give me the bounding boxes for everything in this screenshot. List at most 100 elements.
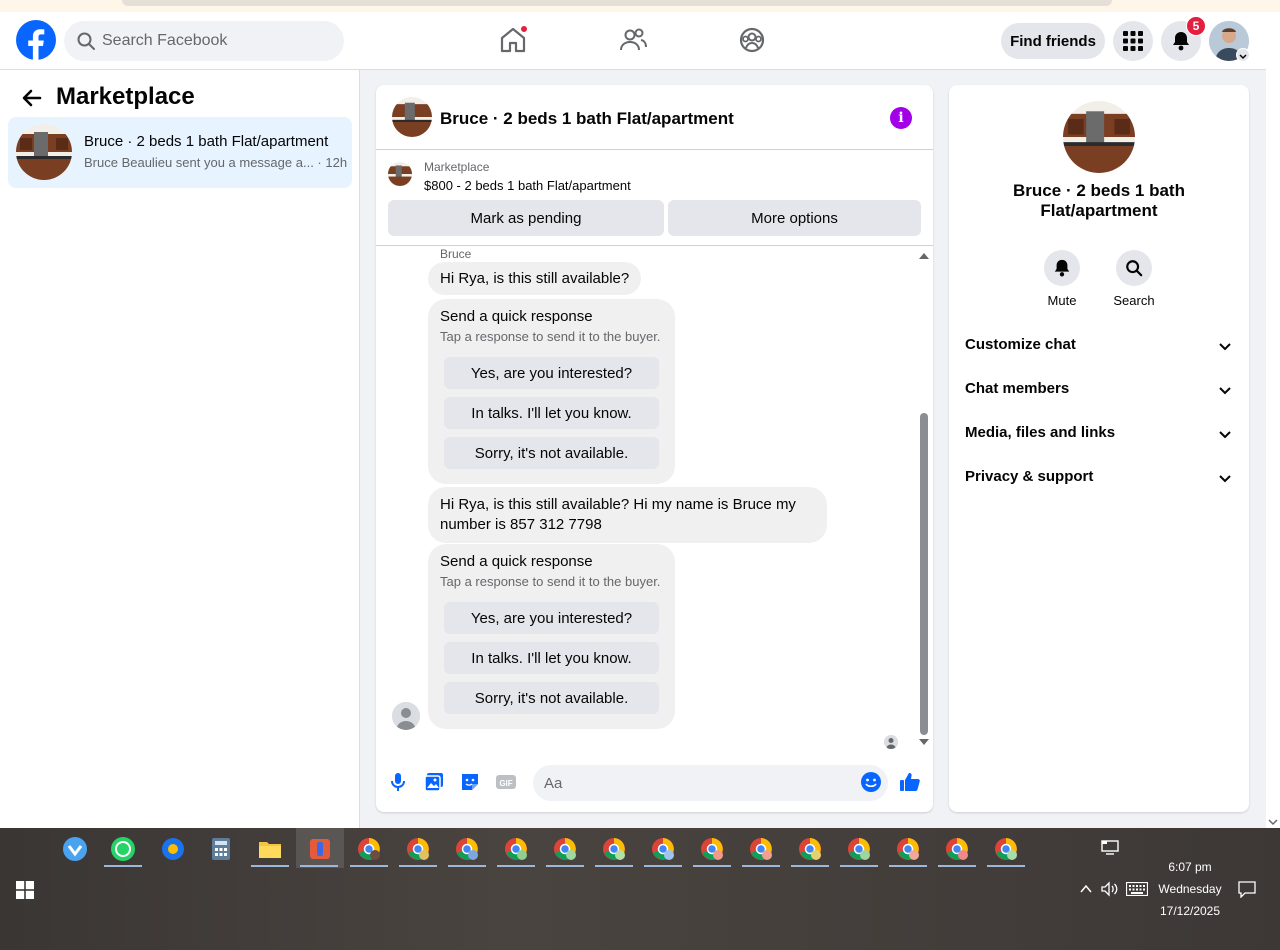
listing-price[interactable]: $800 - 2 beds 1 bath Flat/apartment <box>424 178 631 193</box>
chat-members-section[interactable]: Chat members <box>949 368 1249 412</box>
find-friends-button[interactable]: Find friends <box>1001 23 1105 59</box>
quick-response-card: Send a quick response Tap a response to … <box>428 299 675 484</box>
quick-response-not-available-button[interactable]: Sorry, it's not available. <box>444 682 659 714</box>
chrome-profile-icon[interactable] <box>748 836 774 862</box>
groups-icon[interactable] <box>736 24 768 56</box>
scroll-up-arrow-icon[interactable] <box>919 253 929 259</box>
clock-day[interactable]: Wednesday <box>1150 882 1230 896</box>
chevron-down-icon <box>1219 343 1231 351</box>
quick-response-yes-button[interactable]: Yes, are you interested? <box>444 357 659 389</box>
details-title: Bruce · 2 beds 1 bath Flat/apartment <box>1013 181 1185 220</box>
sticker-icon[interactable] <box>459 771 481 793</box>
facebook-logo-icon[interactable] <box>16 20 56 60</box>
quick-response-card: Send a quick response Tap a response to … <box>428 544 675 729</box>
chrome-profile-icon[interactable] <box>650 836 676 862</box>
menu-button[interactable] <box>1113 21 1153 61</box>
mark-as-pending-button[interactable]: Mark as pending <box>388 200 664 236</box>
search-bar[interactable] <box>64 21 344 61</box>
quick-response-talks-button[interactable]: In talks. I'll let you know. <box>444 642 659 674</box>
chrome-profile-icon[interactable] <box>356 836 382 862</box>
chrome-canary-icon[interactable] <box>160 836 186 862</box>
privacy-support-section[interactable]: Privacy & support <box>949 456 1249 500</box>
message-input[interactable] <box>533 765 888 801</box>
clock-date[interactable]: 17/12/2025 <box>1150 904 1230 918</box>
whatsapp-icon[interactable] <box>110 836 136 862</box>
quick-response-yes-button[interactable]: Yes, are you interested? <box>444 602 659 634</box>
svg-text:GIF: GIF <box>499 779 512 788</box>
chrome-profile-icon[interactable] <box>454 836 480 862</box>
page-scrollbar[interactable] <box>1266 12 1280 828</box>
running-indicator <box>300 865 338 867</box>
emoji-icon[interactable] <box>860 771 882 793</box>
thumbs-up-icon[interactable] <box>899 771 921 793</box>
chevron-down-icon <box>1219 475 1231 483</box>
chat-title[interactable]: Bruce · 2 beds 1 bath Flat/apartment <box>440 109 734 129</box>
details-listing-thumbnail <box>1063 101 1135 173</box>
account-chevron-icon[interactable] <box>1236 48 1250 62</box>
chrome-profile-icon[interactable] <box>993 836 1019 862</box>
gif-icon[interactable]: GIF <box>495 771 517 793</box>
chrome-profile-icon[interactable] <box>944 836 970 862</box>
chrome-profile-icon[interactable] <box>797 836 823 862</box>
quick-response-subtitle: Tap a response to send it to the buyer. <box>440 574 661 589</box>
section-label: Chat members <box>965 380 1070 397</box>
photo-icon[interactable] <box>423 771 445 793</box>
running-indicator <box>889 865 927 867</box>
show-desktop-icon[interactable] <box>1101 840 1119 856</box>
home-notification-dot <box>520 25 528 33</box>
quick-response-not-available-button[interactable]: Sorry, it's not available. <box>444 437 659 469</box>
running-indicator <box>497 865 535 867</box>
quick-response-talks-button[interactable]: In talks. I'll let you know. <box>444 397 659 429</box>
seen-indicator-avatar <box>884 735 898 749</box>
search-input[interactable] <box>102 32 322 50</box>
conversation-title: Bruce · 2 beds 1 bath Flat/apartment <box>84 133 329 150</box>
keyboard-icon[interactable] <box>1126 882 1148 896</box>
bell-icon <box>1054 259 1070 277</box>
chat-panel: Bruce · 2 beds 1 bath Flat/apartment i M… <box>376 85 933 812</box>
grid-menu-icon <box>1123 31 1143 51</box>
media-files-links-section[interactable]: Media, files and links <box>949 412 1249 456</box>
chrome-profile-icon[interactable] <box>895 836 921 862</box>
running-indicator <box>595 865 633 867</box>
customize-chat-section[interactable]: Customize chat <box>949 324 1249 368</box>
windows-start-icon[interactable] <box>16 881 34 899</box>
scrollbar-thumb[interactable] <box>920 413 928 735</box>
scroll-down-arrow-icon[interactable] <box>919 739 929 745</box>
chrome-profile-icon[interactable] <box>405 836 431 862</box>
back-arrow-icon[interactable] <box>20 86 44 110</box>
chat-details-panel: Bruce · 2 beds 1 bath Flat/apartment Mut… <box>949 85 1249 812</box>
chevron-up-icon[interactable] <box>1079 883 1093 895</box>
mute-label: Mute <box>1047 293 1077 308</box>
sender-avatar[interactable] <box>392 702 420 730</box>
chrome-profile-icon[interactable] <box>699 836 725 862</box>
chevron-down-icon <box>1219 387 1231 395</box>
friends-icon[interactable] <box>617 24 649 56</box>
running-indicator <box>104 865 142 867</box>
conversation-item[interactable]: Bruce · 2 beds 1 bath Flat/apartment Bru… <box>8 117 352 188</box>
file-explorer-icon[interactable] <box>257 836 283 862</box>
search-icon <box>77 32 95 50</box>
chrome-profile-icon[interactable] <box>846 836 872 862</box>
info-icon[interactable]: i <box>890 107 912 129</box>
volume-icon[interactable] <box>1101 881 1119 897</box>
app-icon-active[interactable] <box>307 836 333 862</box>
running-indicator <box>251 865 289 867</box>
chat-listing-thumbnail[interactable] <box>392 97 432 137</box>
running-indicator <box>546 865 584 867</box>
action-center-icon[interactable] <box>1238 881 1256 898</box>
app-icon-blue[interactable] <box>62 836 88 862</box>
microphone-icon[interactable] <box>387 771 409 793</box>
top-navigation: Find friends 5 <box>0 12 1266 70</box>
mute-button[interactable]: Mute <box>1032 250 1092 308</box>
clock-time[interactable]: 6:07 pm <box>1150 860 1230 874</box>
section-label: Media, files and links <box>965 424 1116 441</box>
chrome-profile-icon[interactable] <box>503 836 529 862</box>
chrome-profile-icon[interactable] <box>601 836 627 862</box>
search-conversation-button[interactable]: Search <box>1104 250 1164 308</box>
running-indicator <box>448 865 486 867</box>
calculator-icon[interactable] <box>208 836 234 862</box>
section-label: Privacy & support <box>965 468 1094 485</box>
chrome-profile-icon[interactable] <box>552 836 578 862</box>
more-options-button[interactable]: More options <box>668 200 921 236</box>
bell-icon <box>1173 32 1189 51</box>
